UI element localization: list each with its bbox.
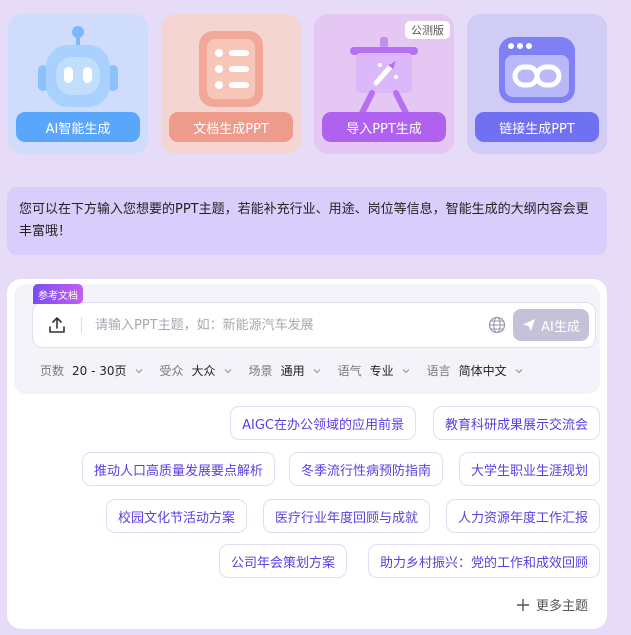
document-list-icon	[199, 31, 263, 107]
ai-generate-button[interactable]: AI生成	[513, 309, 589, 341]
option-key: 场景	[248, 364, 273, 378]
option-value: 通用	[280, 364, 305, 378]
topic-chip[interactable]: 冬季流行性病预防指南	[288, 452, 443, 486]
send-icon	[523, 319, 536, 331]
tip-message: 您可以在下方输入您想要的PPT主题，若能补充行业、用途、岗位等信息，智能生成的大…	[7, 187, 607, 255]
option-value: 专业	[369, 364, 394, 378]
option-value: 大众	[191, 364, 216, 378]
prompt-box: AI生成	[32, 302, 596, 348]
option-tone[interactable]: 语气 专业	[338, 362, 410, 379]
topic-input[interactable]	[95, 311, 475, 339]
upload-icon[interactable]	[47, 315, 67, 335]
option-key: 受众	[159, 364, 184, 378]
card-ai-label: AI智能生成	[16, 112, 140, 142]
topic-chip[interactable]: 推动人口高质量发展要点解析	[81, 452, 275, 486]
topic-chip[interactable]: 公司年会策划方案	[218, 544, 347, 578]
input-area: AI生成 参考文档 页数 20 - 30页 受众 大众 场景 通用 语气 专	[14, 284, 600, 394]
chevron-down-icon	[224, 368, 231, 373]
option-audience[interactable]: 受众 大众	[160, 362, 232, 379]
card-doc-label: 文档生成PPT	[169, 112, 293, 142]
topic-chip[interactable]: 人力资源年度工作汇报	[445, 499, 600, 533]
mode-cards: AI智能生成 文档生成PPT 公测版 导入PPT生成 链接生成PPT	[8, 14, 607, 154]
chevron-down-icon	[402, 368, 410, 373]
chevron-down-icon	[515, 368, 523, 373]
topic-chip[interactable]: 教育科研成果展示交流会	[432, 406, 600, 440]
plus-icon	[517, 598, 529, 611]
option-key: 语气	[337, 364, 362, 378]
reference-doc-badge[interactable]: 参考文档	[33, 284, 83, 304]
robot-icon	[38, 26, 118, 107]
chevron-down-icon	[135, 368, 142, 373]
card-import-label: 导入PPT生成	[322, 112, 446, 142]
option-value: 20 - 30页	[72, 364, 127, 378]
more-topics-button[interactable]: 更多主题	[516, 595, 588, 614]
topic-chip[interactable]: AIGC在办公领域的应用前景	[230, 406, 416, 440]
generation-options: 页数 20 - 30页 受众 大众 场景 通用 语气 专业 语言 简体中文	[40, 362, 523, 379]
card-link-generate[interactable]: 链接生成PPT	[467, 14, 607, 154]
option-language[interactable]: 语言 简体中文	[427, 362, 523, 379]
more-topics-label: 更多主题	[536, 599, 589, 614]
option-scene[interactable]: 场景 通用	[249, 362, 321, 379]
presentation-board-icon	[350, 37, 418, 116]
globe-icon[interactable]	[488, 316, 506, 334]
card-doc-generate[interactable]: 文档生成PPT	[161, 14, 301, 154]
option-key: 语言	[426, 364, 451, 378]
card-link-label: 链接生成PPT	[475, 112, 599, 142]
option-pages[interactable]: 页数 20 - 30页	[40, 362, 143, 379]
topic-chip[interactable]: 校园文化节活动方案	[105, 499, 247, 533]
card-ai-generate[interactable]: AI智能生成	[8, 14, 148, 154]
topic-chip[interactable]: 大学生职业生涯规划	[458, 452, 600, 486]
chevron-down-icon	[313, 368, 321, 373]
option-value: 简体中文	[458, 364, 507, 378]
topic-chip[interactable]: 助力乡村振兴：党的工作和成效回顾	[367, 544, 600, 578]
input-divider	[81, 317, 82, 333]
topic-chip[interactable]: 医疗行业年度回顾与成就	[262, 499, 430, 533]
ai-generate-label: AI生成	[541, 319, 580, 335]
option-key: 页数	[40, 364, 65, 378]
browser-link-icon	[499, 37, 575, 103]
card-import-ppt[interactable]: 公测版 导入PPT生成	[314, 14, 454, 154]
